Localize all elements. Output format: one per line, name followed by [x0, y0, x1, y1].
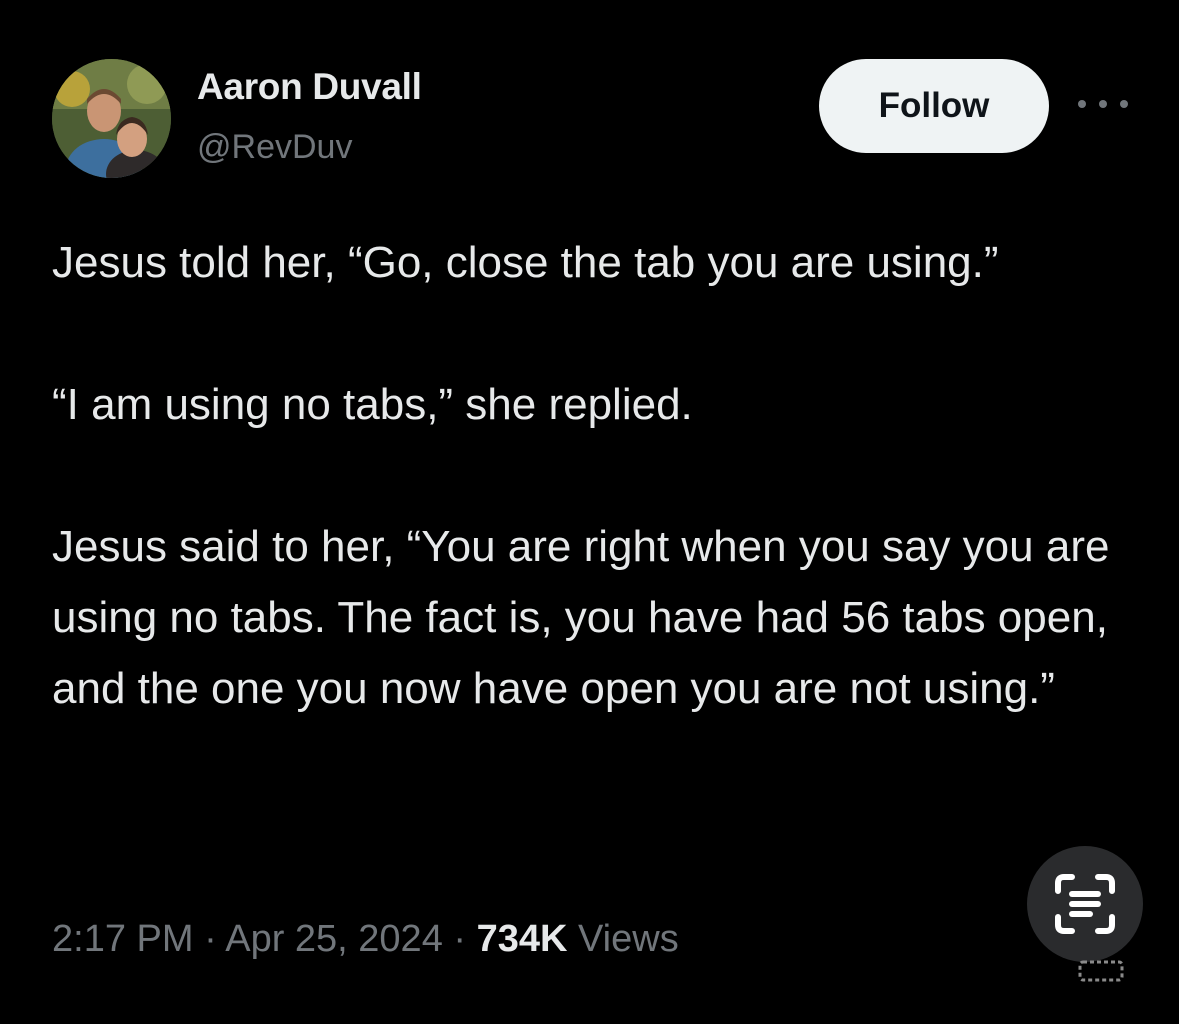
- text-scan-button[interactable]: [1027, 846, 1143, 962]
- follow-button[interactable]: Follow: [819, 59, 1049, 153]
- avatar[interactable]: [52, 59, 171, 178]
- scan-corner-icon: [1078, 960, 1124, 982]
- more-dot: [1120, 100, 1128, 108]
- tweet-paragraph: “I am using no tabs,” she replied.: [52, 380, 693, 429]
- tweet-date[interactable]: Apr 25, 2024: [225, 918, 443, 960]
- author-handle[interactable]: @RevDuv: [197, 128, 352, 167]
- more-horizontal-icon[interactable]: [1078, 94, 1128, 114]
- views-label: Views: [578, 918, 679, 960]
- tweet-paragraph: Jesus said to her, “You are right when y…: [52, 522, 1110, 713]
- meta-separator: ·: [193, 918, 226, 960]
- tweet-meta: 2:17 PM · Apr 25, 2024 · 734K Views: [52, 918, 679, 961]
- more-dot: [1078, 100, 1086, 108]
- author-display-name[interactable]: Aaron Duvall: [197, 66, 422, 108]
- tweet-time[interactable]: 2:17 PM: [52, 918, 194, 960]
- tweet-paragraph: Jesus told her, “Go, close the tab you a…: [52, 238, 999, 287]
- meta-separator: ·: [442, 918, 477, 960]
- more-dot: [1099, 100, 1107, 108]
- views-count: 734K: [476, 918, 568, 960]
- tweet-text: Jesus told her, “Go, close the tab you a…: [52, 227, 1132, 724]
- text-scan-icon: [1055, 874, 1115, 934]
- profile-photo-icon: [52, 59, 171, 178]
